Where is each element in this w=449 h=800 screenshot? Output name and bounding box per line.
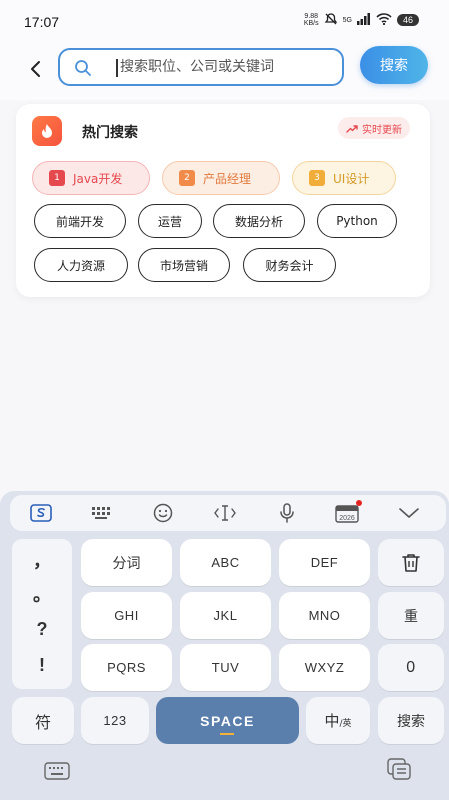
realtime-badge-label: 实时更新: [362, 124, 402, 136]
back-button[interactable]: [22, 54, 50, 84]
text-cursor: [116, 59, 118, 77]
battery-indicator: 46: [396, 14, 419, 26]
hot-tag-rank-1[interactable]: 1 Java开发: [32, 161, 150, 195]
rank-badge: 3: [309, 170, 325, 186]
cursor-move-icon[interactable]: [214, 503, 236, 523]
ranked-tags: 1 Java开发 2 产品经理 3 UI设计: [32, 161, 396, 195]
search-box[interactable]: [58, 48, 344, 86]
hot-tag-rank-2[interactable]: 2 产品经理: [162, 161, 280, 195]
lang-en-label: /英: [339, 719, 352, 729]
zero-key[interactable]: 0: [378, 644, 444, 691]
hot-tag-label: UI设计: [333, 171, 370, 186]
key-jkl[interactable]: JKL: [180, 592, 271, 639]
mute-icon: [324, 12, 338, 28]
lang-zh-label: 中: [324, 712, 340, 730]
net-speed: 9.88 KB/s: [303, 13, 319, 27]
hot-tag[interactable]: 数据分析: [213, 204, 305, 238]
wifi-icon: [376, 13, 392, 27]
hot-tag[interactable]: 前端开发: [34, 204, 126, 238]
fire-icon: [32, 116, 62, 146]
hot-search-title: 热门搜索: [82, 125, 138, 141]
status-time: 17:07: [24, 14, 60, 30]
rank-badge: 1: [49, 170, 65, 186]
network-type: 5G: [342, 16, 352, 24]
space-key[interactable]: SPACE: [156, 697, 299, 744]
hot-tag[interactable]: Python: [317, 204, 397, 238]
key-abc[interactable]: ABC: [180, 539, 271, 586]
realtime-badge: 实时更新: [338, 117, 410, 139]
search-icon: [74, 59, 92, 81]
search-button[interactable]: 搜索: [360, 46, 428, 84]
punctuation-column: ， 。 ? !: [12, 539, 72, 689]
chevron-left-icon: [31, 61, 40, 77]
key-pqrs[interactable]: PQRS: [81, 644, 172, 691]
calendar-icon[interactable]: 2026: [334, 500, 362, 523]
emoji-icon[interactable]: [152, 503, 174, 523]
number-key[interactable]: 123: [81, 697, 149, 744]
hot-tag[interactable]: 财务会计: [243, 248, 336, 282]
hot-tag[interactable]: 运营: [138, 204, 202, 238]
key-def[interactable]: DEF: [279, 539, 370, 586]
space-key-label: SPACE: [200, 712, 255, 729]
soft-keyboard: 2026 ， 。 ? ! 分词 ABC DEF GHI JKL MNO 重 PQ…: [0, 491, 449, 800]
trend-up-icon: [346, 124, 358, 133]
punct-key[interactable]: !: [12, 655, 72, 676]
redo-key[interactable]: 重: [378, 592, 444, 639]
search-header: 搜索: [0, 40, 449, 100]
hot-tag-label: Java开发: [73, 171, 123, 186]
status-bar: 17:07 9.88 KB/s 5G 46: [0, 0, 449, 40]
hot-tag[interactable]: 市场营销: [138, 248, 230, 282]
language-toggle-key[interactable]: 中/英: [306, 697, 370, 744]
calendar-year: 2026: [339, 515, 355, 522]
punct-key[interactable]: ，: [12, 547, 72, 573]
delete-key[interactable]: [378, 539, 444, 586]
space-indicator: [220, 733, 234, 735]
delete-icon: [402, 553, 420, 572]
hot-tag-label: 产品经理: [203, 171, 252, 186]
punct-key[interactable]: ?: [12, 619, 72, 640]
keyboard-layout-icon[interactable]: [90, 503, 112, 523]
key-fenci[interactable]: 分词: [81, 539, 172, 586]
hot-tag[interactable]: 人力资源: [34, 248, 128, 282]
symbol-key[interactable]: 符: [12, 697, 74, 744]
rank-badge: 2: [179, 170, 195, 186]
key-wxyz[interactable]: WXYZ: [279, 644, 370, 691]
chevron-down-icon[interactable]: [398, 503, 420, 523]
keyboard-icon[interactable]: [44, 761, 70, 781]
punct-key[interactable]: 。: [12, 581, 72, 607]
key-tuv[interactable]: TUV: [180, 644, 271, 691]
hot-tag-rank-3[interactable]: 3 UI设计: [292, 161, 396, 195]
key-mno[interactable]: MNO: [279, 592, 370, 639]
clipboard-icon[interactable]: [386, 757, 412, 781]
status-icons: 9.88 KB/s 5G 46: [304, 12, 419, 28]
notification-dot: [356, 500, 362, 506]
hot-search-card: 热门搜索 实时更新 1 Java开发 2 产品经理 3 UI设计 前端开发 运营…: [16, 104, 430, 297]
signal-icon: [356, 13, 371, 27]
keyboard-toolbar: 2026: [10, 495, 446, 531]
search-input[interactable]: [120, 50, 335, 84]
microphone-icon[interactable]: [276, 503, 298, 523]
sogou-logo-icon[interactable]: [30, 503, 52, 523]
key-ghi[interactable]: GHI: [81, 592, 172, 639]
search-key[interactable]: 搜索: [378, 697, 444, 744]
